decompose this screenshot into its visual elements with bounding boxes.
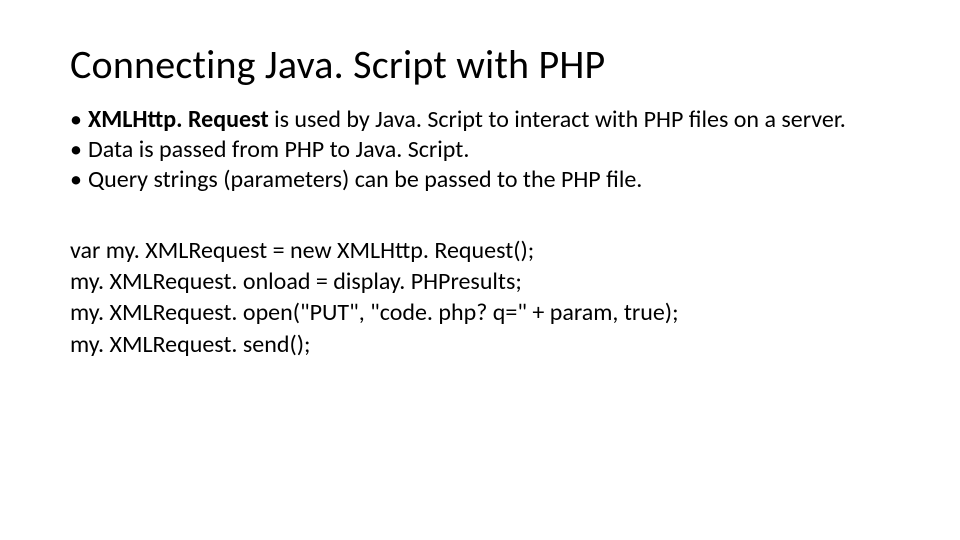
bullet-text-post: Data is passed from PHP to Java. Script. [88, 135, 469, 164]
bullet-text-post: Query strings (parameters) can be passed… [88, 165, 642, 194]
bullet-text-post: is used by Java. Script to interact with… [269, 105, 846, 134]
code-line: my. XMLRequest. open("PUT", "code. php? … [70, 297, 890, 328]
slide-title: Connecting Java. Script with PHP [70, 40, 890, 89]
slide: Connecting Java. Script with PHP XMLHttp… [0, 0, 960, 540]
bullet-strong: XMLHttp. Request [88, 105, 269, 134]
bullet-item: Query strings (parameters) can be passed… [70, 165, 890, 195]
bullet-item: Data is passed from PHP to Java. Script. [70, 135, 890, 165]
code-line: var my. XMLRequest = new XMLHttp. Reques… [70, 235, 890, 266]
bullet-list: XMLHttp. Request is used by Java. Script… [70, 105, 890, 195]
code-block: var my. XMLRequest = new XMLHttp. Reques… [70, 235, 890, 360]
code-line: my. XMLRequest. onload = display. PHPres… [70, 266, 890, 297]
code-line: my. XMLRequest. send(); [70, 329, 890, 360]
bullet-item: XMLHttp. Request is used by Java. Script… [70, 105, 890, 135]
slide-body: XMLHttp. Request is used by Java. Script… [70, 105, 890, 360]
